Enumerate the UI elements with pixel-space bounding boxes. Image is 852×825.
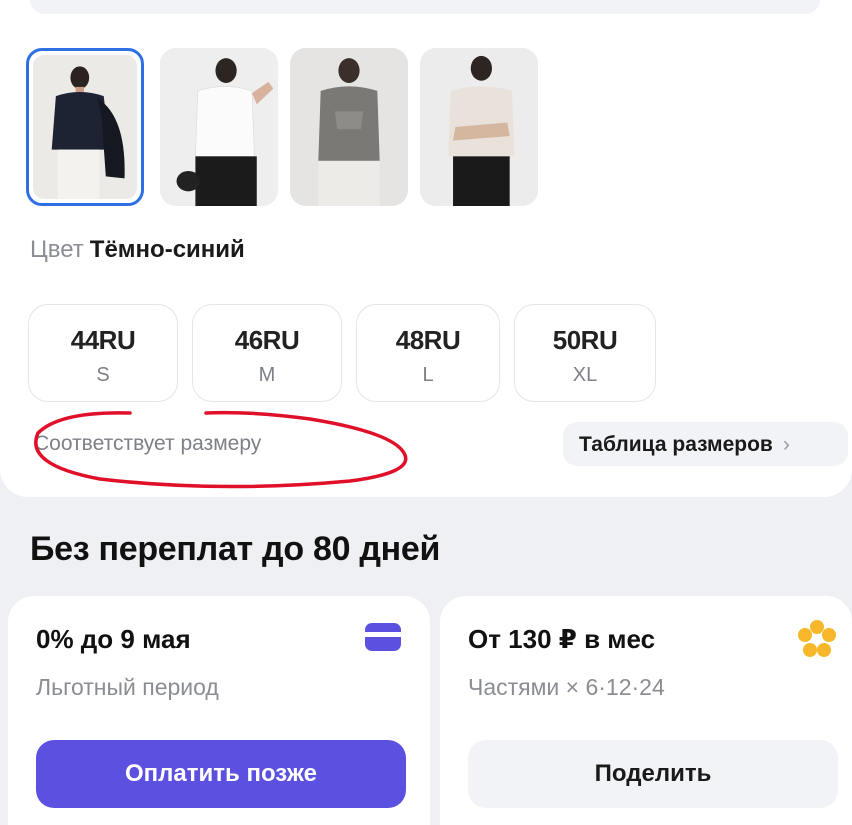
color-row: Цвет Тёмно-синий [30, 236, 245, 264]
grace-title: 0% до 9 мая [36, 624, 191, 654]
color-thumbnail-navy[interactable] [26, 48, 144, 206]
product-options-card: Цвет Тёмно-синий 44RU S 46RU M 48RU L 50R… [0, 0, 852, 497]
size-ru: 50RU [552, 325, 618, 355]
size-table-link[interactable]: Таблица размеров › [563, 422, 848, 466]
payment-section-title: Без переплат до 80 дней [30, 530, 441, 568]
top-divider-strip [30, 0, 820, 14]
model-photo-navy [33, 55, 137, 199]
model-photo-beige [420, 48, 538, 206]
card-icon [365, 623, 401, 651]
size-chip-48[interactable]: 48RU L [356, 304, 500, 402]
split-title: От 130 ₽ в мес [468, 624, 656, 654]
size-letter: L [422, 364, 434, 386]
size-chip-46[interactable]: 46RU M [192, 304, 342, 402]
model-photo-white [160, 48, 278, 206]
size-letter: S [96, 364, 110, 386]
fit-hint: Соответствует размеру [34, 432, 262, 455]
color-thumbnail-grey[interactable] [290, 48, 408, 206]
split-subtitle: Частями × 6·12·24 [468, 674, 665, 700]
pay-later-button[interactable]: Оплатить позже [36, 740, 406, 808]
size-ru: 46RU [234, 325, 300, 355]
size-table-label: Таблица размеров [579, 433, 773, 456]
color-value: Тёмно-синий [89, 236, 245, 263]
color-label: Цвет [30, 236, 84, 263]
size-letter: M [258, 364, 276, 386]
size-chip-44[interactable]: 44RU S [28, 304, 178, 402]
flower-icon [798, 620, 836, 657]
color-thumbnail-beige[interactable] [420, 48, 538, 206]
split-button[interactable]: Поделить [468, 740, 838, 808]
color-thumbnail-white[interactable] [160, 48, 278, 206]
size-chip-50[interactable]: 50RU XL [514, 304, 656, 402]
size-letter: XL [572, 364, 598, 386]
size-ru: 44RU [70, 325, 136, 355]
grace-subtitle: Льготный период [36, 674, 219, 700]
model-photo-grey [290, 48, 408, 206]
size-ru: 48RU [395, 325, 461, 355]
chevron-right-icon: › [782, 433, 790, 456]
